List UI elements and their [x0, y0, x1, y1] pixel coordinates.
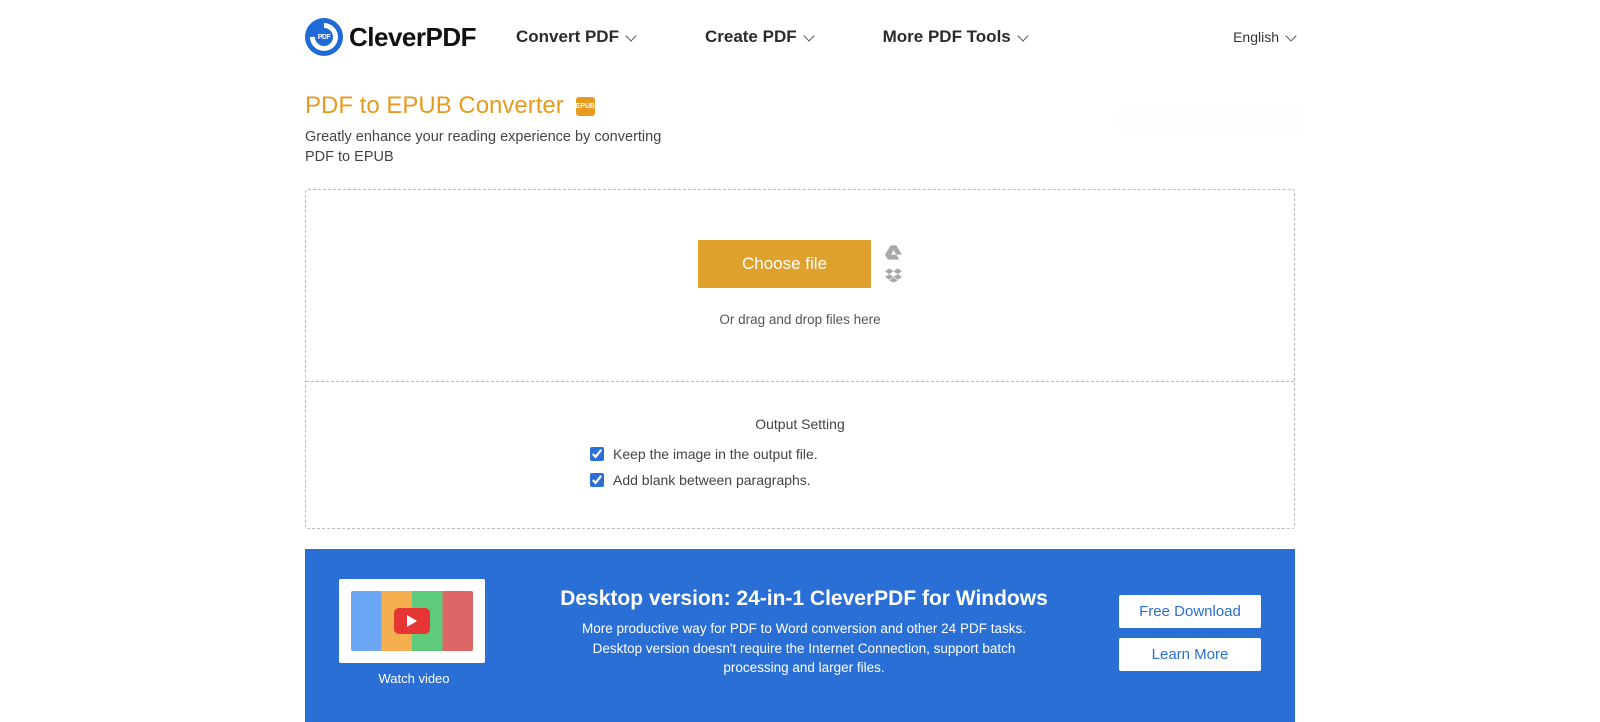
chevron-down-icon: [625, 30, 636, 41]
page-subtitle: Greatly enhance your reading experience …: [305, 128, 685, 167]
menu-more-tools[interactable]: More PDF Tools: [883, 27, 1027, 47]
top-nav: PDF CleverPDF Convert PDF Create PDF Mor…: [305, 0, 1295, 66]
language-selector[interactable]: English: [1233, 29, 1295, 45]
menu-convert-pdf[interactable]: Convert PDF: [516, 27, 635, 47]
banner-description: More productive way for PDF to Word conv…: [569, 619, 1039, 678]
google-drive-icon[interactable]: [885, 245, 902, 260]
output-settings: Output Setting Keep the image in the out…: [306, 381, 1294, 528]
cloud-sources: [885, 245, 902, 283]
ad-placeholder: [1115, 62, 1305, 132]
video-thumbnail[interactable]: [339, 579, 485, 663]
setting-keep-image[interactable]: Keep the image in the output file.: [590, 446, 1010, 462]
epub-icon: EPUB: [576, 97, 595, 116]
chevron-down-icon: [1285, 30, 1296, 41]
page-title: PDF to EPUB Converter: [305, 92, 564, 120]
dropbox-icon[interactable]: [885, 268, 902, 283]
settings-heading: Output Setting: [590, 416, 1010, 432]
learn-more-button[interactable]: Learn More: [1119, 638, 1261, 671]
main-menu: Convert PDF Create PDF More PDF Tools: [516, 27, 1027, 47]
brand-text: CleverPDF: [349, 22, 476, 53]
play-icon: [394, 608, 430, 634]
menu-create-pdf[interactable]: Create PDF: [705, 27, 813, 47]
add-blank-checkbox[interactable]: [590, 473, 604, 487]
drag-drop-hint: Or drag and drop files here: [306, 312, 1294, 327]
logo-icon: PDF: [305, 18, 343, 56]
choose-file-button[interactable]: Choose file: [698, 240, 871, 288]
chevron-down-icon: [803, 30, 814, 41]
upload-dropzone[interactable]: Choose file Or drag and drop files here: [306, 190, 1294, 381]
conversion-panel: Choose file Or drag and drop files here …: [305, 189, 1295, 529]
logo[interactable]: PDF CleverPDF: [305, 18, 476, 56]
free-download-button[interactable]: Free Download: [1119, 595, 1261, 628]
desktop-promo-banner: Watch video Desktop version: 24-in-1 Cle…: [305, 549, 1295, 722]
keep-image-checkbox[interactable]: [590, 447, 604, 461]
setting-add-blank[interactable]: Add blank between paragraphs.: [590, 472, 1010, 488]
watch-video-label: Watch video: [339, 671, 489, 686]
banner-title: Desktop version: 24-in-1 CleverPDF for W…: [525, 587, 1083, 611]
chevron-down-icon: [1017, 30, 1028, 41]
